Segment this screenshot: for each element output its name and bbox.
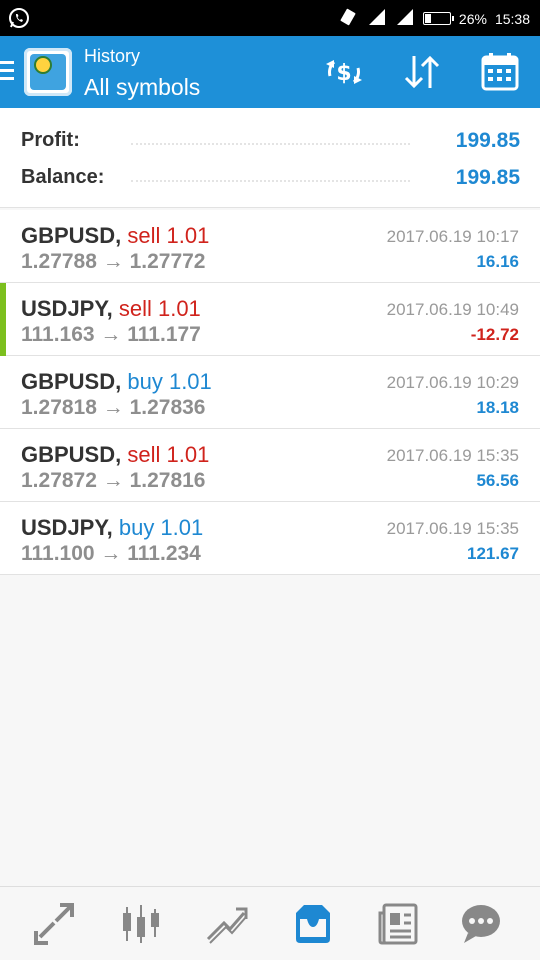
trade-side: sell 1.01: [127, 442, 210, 467]
selected-marker: [0, 283, 6, 356]
profit-label: Profit:: [21, 129, 80, 151]
trade-header: GBPUSD, buy 1.01: [21, 369, 212, 395]
trade-row[interactable]: GBPUSD, sell 1.01 1.27872 → 1.27816 2017.0…: [0, 429, 540, 502]
news-icon[interactable]: [376, 901, 422, 947]
trade-prices: 111.100 → 111.234: [21, 542, 201, 565]
balance-value: 199.85: [455, 166, 520, 189]
app-toolbar: History All symbols $: [0, 36, 540, 108]
trade-time: 2017.06.19 15:35: [386, 446, 519, 465]
history-icon[interactable]: [290, 901, 336, 947]
chat-icon[interactable]: [458, 901, 504, 947]
dotted-leader: [131, 143, 410, 145]
trade-header: GBPUSD, sell 1.01: [21, 223, 209, 249]
signal-icon: [367, 8, 387, 29]
trade-row[interactable]: GBPUSD, buy 1.01 1.27818 → 1.27836 2017.06…: [0, 356, 540, 429]
chart-icon[interactable]: [118, 901, 164, 947]
trade-profit: -12.72: [470, 325, 519, 344]
trade-header: USDJPY, sell 1.01: [21, 296, 201, 322]
trade-symbol: USDJPY,: [21, 515, 113, 540]
calendar-icon[interactable]: [478, 52, 522, 92]
trade-symbol: GBPUSD,: [21, 369, 122, 394]
dotted-leader: [131, 180, 410, 182]
trade-side: sell 1.01: [127, 223, 210, 248]
trade-side: sell 1.01: [118, 296, 201, 321]
trade-icon[interactable]: [204, 901, 250, 947]
balance-row: Balance: 199.85: [21, 166, 520, 202]
trade-row[interactable]: GBPUSD, sell 1.01 1.27788 → 1.27772 2017.0…: [0, 210, 540, 283]
app-logo[interactable]: [24, 48, 72, 96]
trade-side: buy 1.01: [127, 369, 212, 394]
trade-symbol: USDJPY,: [21, 296, 113, 321]
currency-swap-icon[interactable]: $: [322, 52, 366, 92]
trade-prices: 1.27818 → 1.27836: [21, 396, 206, 419]
trade-time: 2017.06.19 15:35: [386, 519, 519, 538]
trade-profit: 16.16: [476, 252, 519, 271]
trade-prices: 111.163 → 111.177: [21, 323, 201, 346]
toolbar-subtitle: History: [84, 46, 141, 66]
trade-time: 2017.06.19 10:17: [386, 227, 519, 246]
trade-time: 2017.06.19 10:49: [386, 300, 519, 319]
battery-icon: [422, 12, 454, 25]
trade-side: buy 1.01: [118, 515, 204, 540]
toolbar-title[interactable]: All symbols: [84, 74, 200, 101]
trade-symbol: GBPUSD,: [21, 442, 122, 467]
svg-text:$: $: [336, 61, 351, 86]
trade-prices: 1.27788 → 1.27772: [21, 250, 206, 273]
whatsapp-icon: [8, 7, 30, 34]
trade-profit: 18.18: [476, 398, 519, 417]
trade-row[interactable]: USDJPY, sell 1.01 111.163 → 111.177 2017.0…: [0, 283, 540, 356]
trade-row[interactable]: USDJPY, buy 1.01 111.100 → 111.234 2017.06…: [0, 502, 540, 575]
trade-list: GBPUSD, sell 1.01 1.27788 → 1.27772 2017.0…: [0, 210, 540, 575]
battery-percent: 26%: [458, 10, 487, 27]
trade-profit: 121.67: [467, 544, 519, 563]
trade-header: USDJPY, buy 1.01: [21, 515, 203, 541]
trade-prices: 1.27872 → 1.27816: [21, 469, 206, 492]
trade-profit: 56.56: [476, 471, 519, 490]
balance-label: Balance:: [21, 166, 105, 188]
trade-symbol: GBPUSD,: [21, 223, 122, 248]
menu-icon[interactable]: [0, 61, 14, 83]
status-bar: 26% 15:38: [0, 0, 540, 36]
bottom-navigation: [0, 886, 540, 960]
vibrate-icon: [337, 8, 359, 29]
profit-value: 199.85: [455, 129, 520, 152]
trade-time: 2017.06.19 10:29: [386, 373, 519, 392]
profit-row: Profit: 199.85: [21, 129, 520, 165]
trade-header: GBPUSD, sell 1.01: [21, 442, 209, 468]
signal-icon: [395, 8, 415, 29]
quotes-icon[interactable]: [32, 901, 78, 947]
clock: 15:38: [494, 10, 530, 27]
sort-icon[interactable]: [400, 52, 444, 92]
account-summary: Profit: 199.85 Balance: 199.85: [0, 108, 540, 208]
